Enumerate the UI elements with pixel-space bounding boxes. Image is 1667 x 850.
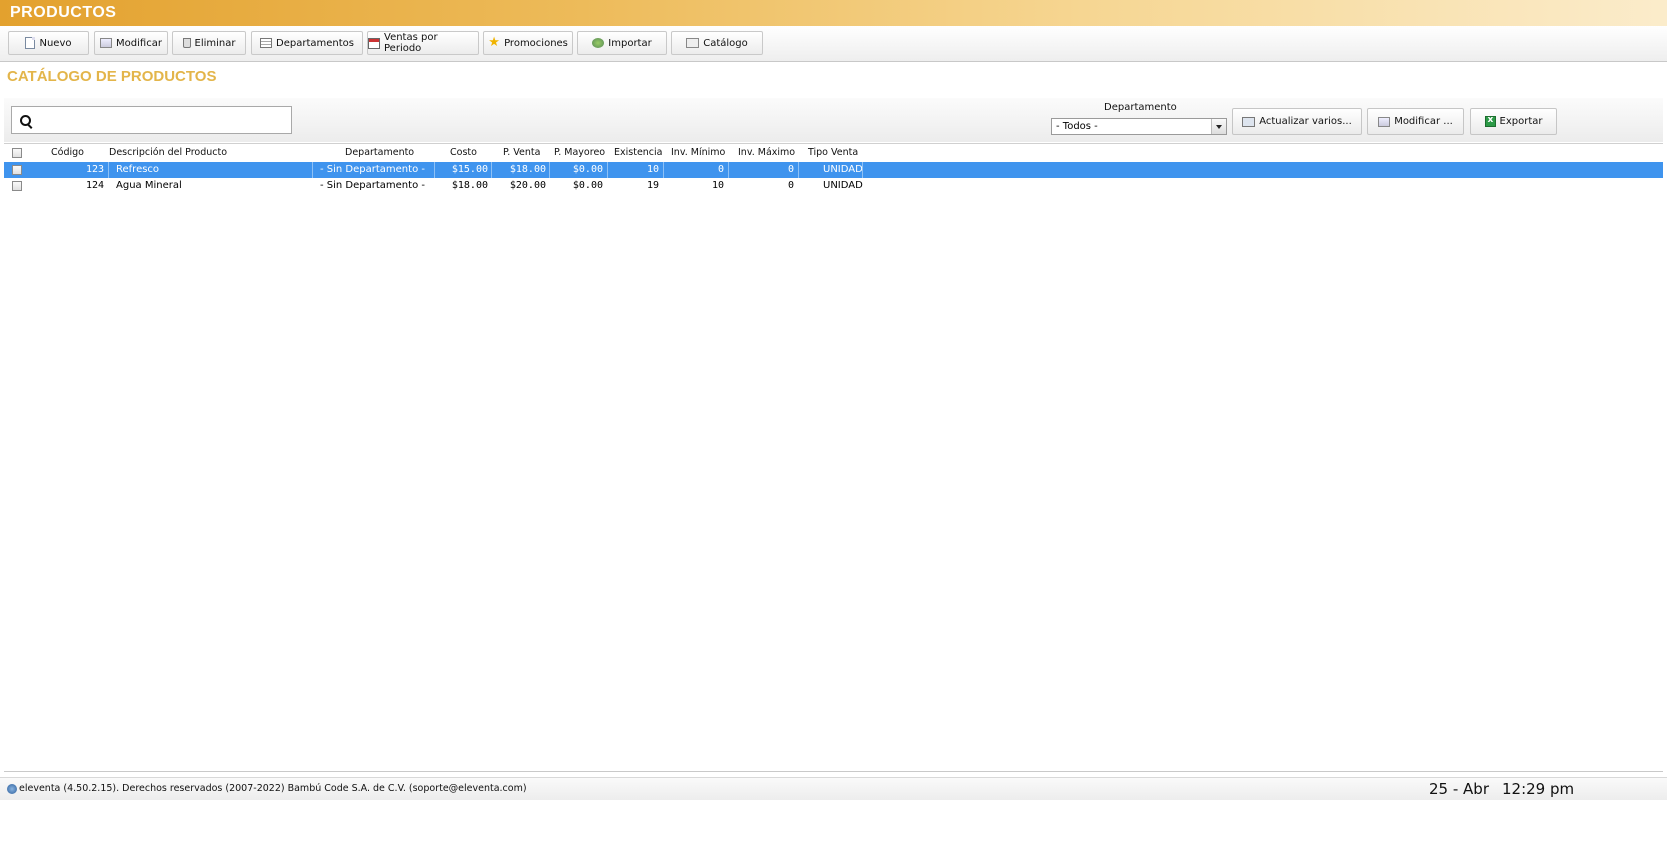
monitor-icon bbox=[1242, 116, 1256, 127]
cell-stock: 10 bbox=[646, 164, 659, 175]
departments-button-label: Departamentos bbox=[276, 37, 354, 49]
cell-max-inventory: 0 bbox=[787, 180, 794, 191]
import-button-label: Importar bbox=[608, 37, 652, 49]
cell-cost: $15.00 bbox=[451, 164, 488, 175]
column-header-wholesale-price[interactable]: P. Mayoreo bbox=[554, 147, 605, 158]
chevron-down-icon[interactable] bbox=[1211, 119, 1226, 134]
cell-code: 124 bbox=[85, 180, 104, 191]
cell-department: - Sin Departamento - bbox=[320, 164, 425, 175]
cell-cost: $18.00 bbox=[451, 180, 488, 191]
department-select[interactable]: - Todos - bbox=[1051, 118, 1227, 135]
catalog-button-label: Catálogo bbox=[703, 37, 748, 49]
cell-wholesale-price: $0.00 bbox=[572, 164, 603, 175]
trash-icon bbox=[182, 38, 191, 48]
cell-price: $18.00 bbox=[509, 164, 546, 175]
departments-icon bbox=[260, 38, 273, 48]
delete-button[interactable]: Eliminar bbox=[172, 31, 246, 55]
column-header-cost[interactable]: Costo bbox=[450, 147, 477, 158]
bulk-modify-button[interactable]: Modificar ... bbox=[1367, 108, 1464, 135]
column-header-description[interactable]: Descripción del Producto bbox=[109, 147, 227, 158]
select-all-checkbox[interactable] bbox=[12, 148, 22, 158]
bulk-modify-button-label: Modificar ... bbox=[1394, 116, 1453, 127]
catalog-icon bbox=[686, 38, 700, 48]
search-input[interactable] bbox=[36, 111, 290, 131]
status-time: 12:29 pm bbox=[1502, 780, 1575, 798]
cell-wholesale-price: $0.00 bbox=[572, 180, 603, 191]
table-row[interactable]: 124 Agua Mineral - Sin Departamento - $1… bbox=[4, 178, 1663, 194]
catalog-button[interactable]: Catálogo bbox=[671, 31, 763, 55]
column-header-sale-type[interactable]: Tipo Venta bbox=[808, 147, 858, 158]
star-icon: ★ bbox=[488, 35, 500, 50]
row-checkbox[interactable] bbox=[12, 165, 22, 175]
import-icon bbox=[592, 38, 605, 48]
cell-min-inventory: 0 bbox=[717, 164, 724, 175]
page-title: CATÁLOGO DE PRODUCTOS bbox=[7, 68, 217, 85]
info-icon bbox=[7, 784, 17, 794]
window-bottom-area bbox=[0, 800, 1667, 850]
column-header-min-inventory[interactable]: Inv. Mínimo bbox=[671, 147, 725, 158]
status-bar: eleventa (4.50.2.15). Derechos reservado… bbox=[0, 777, 1667, 801]
departments-button[interactable]: Departamentos bbox=[251, 31, 363, 55]
column-header-price[interactable]: P. Venta bbox=[503, 147, 540, 158]
cell-sale-type: UNIDAD bbox=[823, 180, 863, 191]
status-text: eleventa (4.50.2.15). Derechos reservado… bbox=[19, 783, 527, 794]
calendar-icon bbox=[368, 37, 380, 49]
promotions-button[interactable]: ★ Promociones bbox=[483, 31, 573, 55]
column-header-max-inventory[interactable]: Inv. Máximo bbox=[738, 147, 795, 158]
import-button[interactable]: Importar bbox=[577, 31, 667, 55]
department-label: Departamento bbox=[1104, 102, 1177, 113]
row-checkbox[interactable] bbox=[12, 181, 22, 191]
cell-max-inventory: 0 bbox=[787, 164, 794, 175]
search-box[interactable] bbox=[11, 106, 292, 134]
toolbar: Nuevo Modificar Eliminar Departamentos V… bbox=[0, 26, 1667, 62]
cell-department: - Sin Departamento - bbox=[320, 180, 425, 191]
new-document-icon bbox=[25, 37, 36, 49]
grid-bottom-border bbox=[4, 771, 1663, 772]
cell-min-inventory: 10 bbox=[711, 180, 724, 191]
sales-by-period-button[interactable]: Ventas por Periodo bbox=[367, 31, 479, 55]
cell-stock: 19 bbox=[646, 180, 659, 191]
window-titlebar: PRODUCTOS bbox=[0, 0, 1667, 26]
export-button[interactable]: Exportar bbox=[1470, 108, 1557, 135]
edit-form-icon bbox=[100, 38, 113, 48]
cell-description: Refresco bbox=[116, 164, 160, 175]
cell-price: $20.00 bbox=[509, 180, 546, 191]
column-header-code[interactable]: Código bbox=[51, 147, 84, 158]
status-date: 25 - Abr bbox=[1429, 780, 1489, 798]
cell-code: 123 bbox=[85, 164, 104, 175]
table-row[interactable]: 123 Refresco - Sin Departamento - $15.00… bbox=[4, 162, 1663, 178]
cell-sale-type: UNIDAD bbox=[823, 164, 863, 175]
table-header: Código Descripción del Producto Departam… bbox=[4, 143, 1663, 164]
sales-by-period-button-label: Ventas por Periodo bbox=[384, 32, 438, 54]
column-header-stock[interactable]: Existencia bbox=[614, 147, 663, 158]
search-icon bbox=[20, 115, 31, 126]
modify-button-label: Modificar bbox=[116, 37, 162, 49]
column-header-department[interactable]: Departamento bbox=[345, 147, 414, 158]
export-button-label: Exportar bbox=[1499, 116, 1543, 127]
delete-button-label: Eliminar bbox=[194, 37, 236, 49]
edit-form-icon bbox=[1378, 116, 1391, 127]
cell-description: Agua Mineral bbox=[116, 180, 182, 191]
new-button[interactable]: Nuevo bbox=[8, 31, 89, 55]
window-title: PRODUCTOS bbox=[10, 4, 117, 21]
new-button-label: Nuevo bbox=[39, 37, 72, 49]
bulk-update-button-label: Actualizar varios... bbox=[1259, 116, 1352, 127]
bulk-update-button[interactable]: Actualizar varios... bbox=[1232, 108, 1362, 135]
excel-icon bbox=[1484, 115, 1496, 127]
department-selected-value: - Todos - bbox=[1056, 121, 1098, 132]
promotions-button-label: Promociones bbox=[504, 37, 568, 49]
modify-button[interactable]: Modificar bbox=[94, 31, 168, 55]
